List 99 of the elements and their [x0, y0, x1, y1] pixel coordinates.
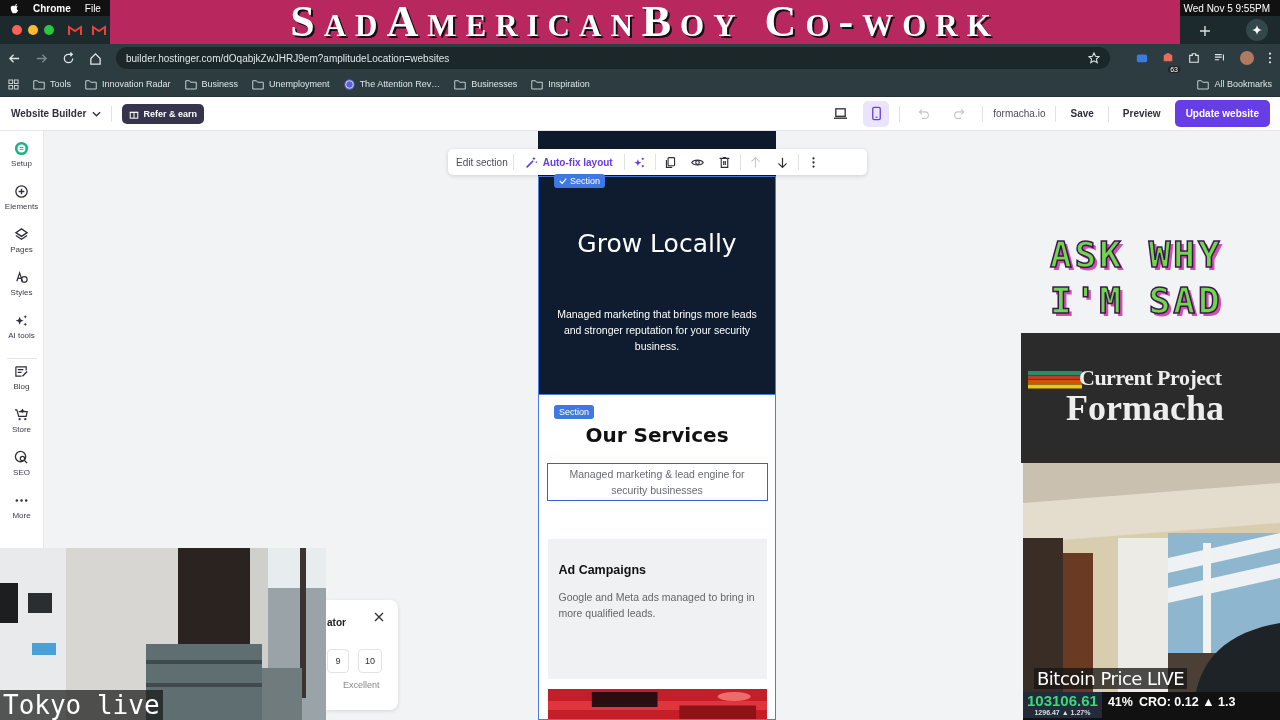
bookmark-link[interactable]: Business	[201, 79, 239, 89]
section-badge: Section	[554, 405, 595, 419]
extension-icon[interactable]	[1136, 52, 1148, 64]
puzzle-icon[interactable]	[1188, 52, 1200, 64]
scale-label: Excellent	[343, 680, 380, 690]
card-title: Ad Campaigns	[558, 563, 647, 577]
star-icon[interactable]	[1088, 52, 1100, 64]
arrow-down-icon	[776, 155, 790, 169]
rating-option[interactable]: 9	[327, 649, 349, 673]
close-button[interactable]	[372, 610, 386, 624]
domain-label: formacha.io	[993, 108, 1046, 119]
sidebar-item[interactable]: AI tools	[0, 313, 43, 356]
hero-title: Grow Locally	[577, 229, 737, 259]
edit-section-button[interactable]: Edit section	[454, 156, 510, 168]
price-value: 103106.61	[1027, 693, 1098, 709]
popup-title: ator	[327, 617, 346, 628]
arrow-up-icon	[749, 155, 763, 169]
folder-icon	[33, 78, 45, 90]
setup-icon	[14, 141, 29, 156]
mail-icon[interactable]	[68, 24, 82, 36]
video-caption: Tokyo live	[0, 690, 163, 720]
update-website-button[interactable]: Update website	[1174, 100, 1270, 127]
stripes-icon	[1028, 371, 1082, 389]
folder-icon	[1197, 78, 1210, 90]
sparkle-button[interactable]	[1246, 19, 1268, 41]
wordpress-icon	[343, 78, 355, 90]
save-button[interactable]: Save	[1066, 108, 1098, 119]
section-title: Our Services	[585, 423, 729, 447]
hero-text: Managed marketing that brings more leads and stronger reputation for your security business.	[556, 307, 758, 355]
close-icon	[372, 610, 386, 624]
profile-avatar[interactable]	[1240, 51, 1254, 65]
menu-item[interactable]: File	[84, 2, 101, 14]
tagline-text: I'M SAD	[1050, 279, 1223, 323]
bookmark-link[interactable]: Businesses	[471, 79, 518, 89]
section-badge: Section	[554, 174, 606, 188]
app-menu[interactable]: Chrome	[33, 2, 71, 14]
sidebar-item[interactable]: Store	[0, 407, 43, 450]
laptop-icon	[832, 106, 848, 121]
sparkles-icon	[14, 313, 29, 328]
ticker-item: CRO: 0.12 ▲ 1.3	[1138, 694, 1236, 711]
sidebar-item[interactable]: SEO	[0, 450, 43, 493]
ticker-title: Bitcoin Price LIVE	[1034, 668, 1188, 689]
kebab-menu-icon[interactable]	[1268, 52, 1272, 64]
tagline-text: ASK WHY	[1050, 233, 1223, 277]
reload-icon[interactable]	[62, 51, 75, 65]
chevron-down-icon	[92, 110, 102, 117]
ticker-item: 41%	[1107, 694, 1133, 711]
device-toggle[interactable]	[863, 100, 890, 127]
preview-button[interactable]: Preview	[1118, 108, 1165, 119]
refer-button[interactable]: Refer & earn	[122, 103, 204, 124]
stream-title: SadAmericanBoy Co-work	[290, 0, 1000, 44]
clock: Wed Nov 5 9:55PM	[1183, 2, 1270, 14]
check-icon	[559, 177, 567, 185]
close-window-button[interactable]	[12, 25, 22, 35]
website-builder-menu[interactable]: Website Builder	[11, 108, 102, 119]
cart-icon	[14, 407, 29, 422]
sidebar-item[interactable]: Styles	[0, 270, 43, 313]
undo-icon	[916, 107, 930, 120]
playlist-icon[interactable]	[1214, 52, 1226, 64]
rating-option[interactable]: 10	[358, 649, 382, 673]
project-label: Current Project	[1079, 365, 1222, 391]
edit-icon	[14, 364, 29, 379]
auto-fix-button[interactable]: Auto-fix layout	[516, 155, 621, 169]
magic-wand-icon	[524, 155, 538, 169]
folder-icon	[252, 78, 265, 90]
new-tab-icon[interactable]	[1200, 25, 1210, 36]
extension-icon[interactable]	[1162, 51, 1174, 63]
folder-icon	[531, 78, 544, 90]
card-text: Google and Meta ads managed to bring in more qualified leads.	[558, 590, 756, 621]
redo-icon	[952, 107, 966, 120]
text-block[interactable]: Managed marketing & lead engine for security businesses	[546, 463, 768, 501]
folder-icon	[454, 78, 467, 90]
bookmark-link[interactable]: The Attention Rev…	[359, 79, 441, 89]
bookmark-link[interactable]: Innovation Radar	[102, 79, 171, 89]
apple-logo-icon[interactable]	[10, 2, 19, 14]
apps-grid-icon[interactable]	[8, 78, 19, 90]
sidebar-item[interactable]: More	[0, 493, 43, 536]
trash-icon	[718, 155, 732, 169]
sidebar-item[interactable]: Setup	[0, 141, 43, 184]
bookmark-link[interactable]: Inspiration	[548, 79, 590, 89]
copy-icon	[664, 155, 678, 169]
bookmark-link[interactable]: All Bookmarks	[1214, 79, 1272, 89]
folder-icon	[85, 78, 97, 90]
search-icon	[14, 450, 29, 465]
minimize-window-button[interactable]	[28, 25, 38, 35]
sidebar-item[interactable]: Pages	[0, 227, 43, 270]
maximize-window-button[interactable]	[44, 25, 54, 35]
bookmark-link[interactable]: Tools	[50, 79, 71, 89]
sparkle-icon	[1252, 25, 1262, 35]
layers-icon	[14, 227, 29, 242]
sparkles-icon	[633, 155, 647, 169]
bookmark-link[interactable]: Unemployment	[269, 79, 330, 89]
mail-icon[interactable]	[92, 24, 106, 36]
folder-icon	[184, 78, 197, 90]
plus-icon	[14, 184, 29, 199]
sidebar-item[interactable]: Blog	[0, 364, 43, 407]
sidebar-item[interactable]: Elements	[0, 184, 43, 227]
address-bar[interactable]: builder.hostinger.com/dOqabjkZwJHRJ9em?amplitudeLocation=websites	[116, 47, 1110, 69]
home-icon[interactable]	[89, 51, 102, 65]
